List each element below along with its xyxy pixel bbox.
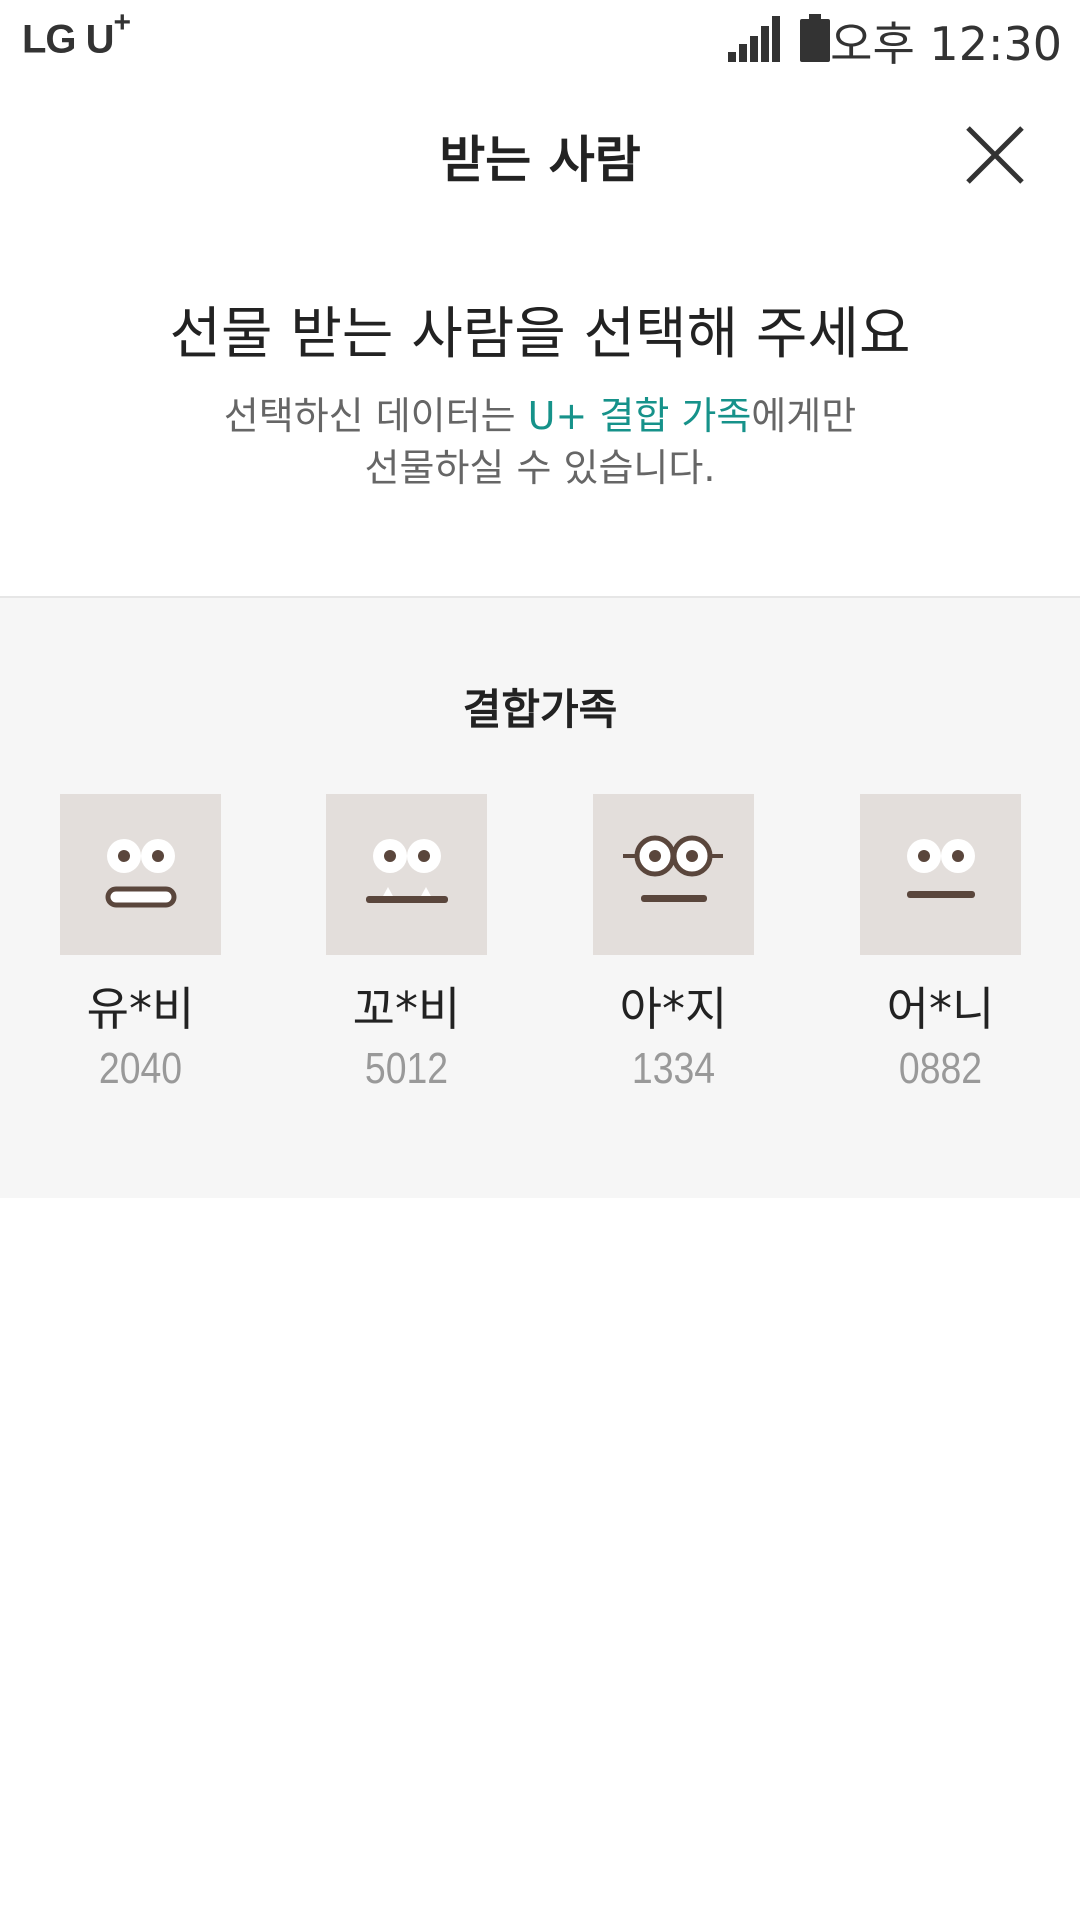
- close-button[interactable]: [960, 120, 1030, 190]
- member-name: 아*지: [619, 982, 728, 1036]
- member-number: 1334: [631, 1044, 716, 1093]
- avatar-plain-icon: [860, 794, 1021, 955]
- signal-icon: [728, 16, 780, 62]
- member-number: 0882: [898, 1044, 983, 1093]
- avatar-teeth-icon: [60, 794, 221, 955]
- avatar-fangs-icon: [326, 794, 487, 955]
- family-member-1[interactable]: 유*비 2040: [60, 794, 221, 1095]
- header: 받는 사람: [0, 90, 1080, 210]
- status-time: 오후 12:30: [830, 17, 1062, 71]
- desc-line2: 선물하실 수 있습니다.: [364, 446, 716, 490]
- intro: 선물 받는 사람을 선택해 주세요 선택하신 데이터는 U+ 결합 가족에게만 …: [0, 290, 1080, 494]
- member-name: 유*비: [86, 982, 195, 1036]
- desc-highlight: U+ 결합 가족: [527, 394, 752, 438]
- intro-description: 선택하신 데이터는 U+ 결합 가족에게만 선물하실 수 있습니다.: [0, 390, 1080, 494]
- status-bar: LG U+ 오후 12:30: [0, 0, 1080, 76]
- member-name: 꼬*비: [352, 982, 461, 1036]
- desc-suffix: 에게만: [751, 394, 857, 438]
- page-title: 받는 사람: [439, 131, 641, 189]
- desc-prefix: 선택하신 데이터는: [223, 394, 528, 438]
- family-member-4[interactable]: 어*니 0882: [860, 794, 1021, 1095]
- member-name: 어*니: [886, 982, 995, 1036]
- avatar-glasses-icon: [593, 794, 754, 955]
- battery-icon: [800, 14, 830, 62]
- close-icon: [966, 126, 1024, 184]
- family-member-2[interactable]: 꼬*비 5012: [326, 794, 487, 1095]
- family-title: 결합가족: [462, 685, 618, 734]
- carrier-logo: LG U+: [22, 6, 131, 62]
- family-member-3[interactable]: 아*지 1334: [593, 794, 754, 1095]
- member-number: 5012: [364, 1044, 449, 1093]
- intro-title: 선물 받는 사람을 선택해 주세요: [169, 302, 911, 367]
- family-section: 결합가족 유*비 2040 꼬*비 5012 아*지 1334 어*니 0882: [0, 596, 1080, 1198]
- member-number: 2040: [98, 1044, 183, 1093]
